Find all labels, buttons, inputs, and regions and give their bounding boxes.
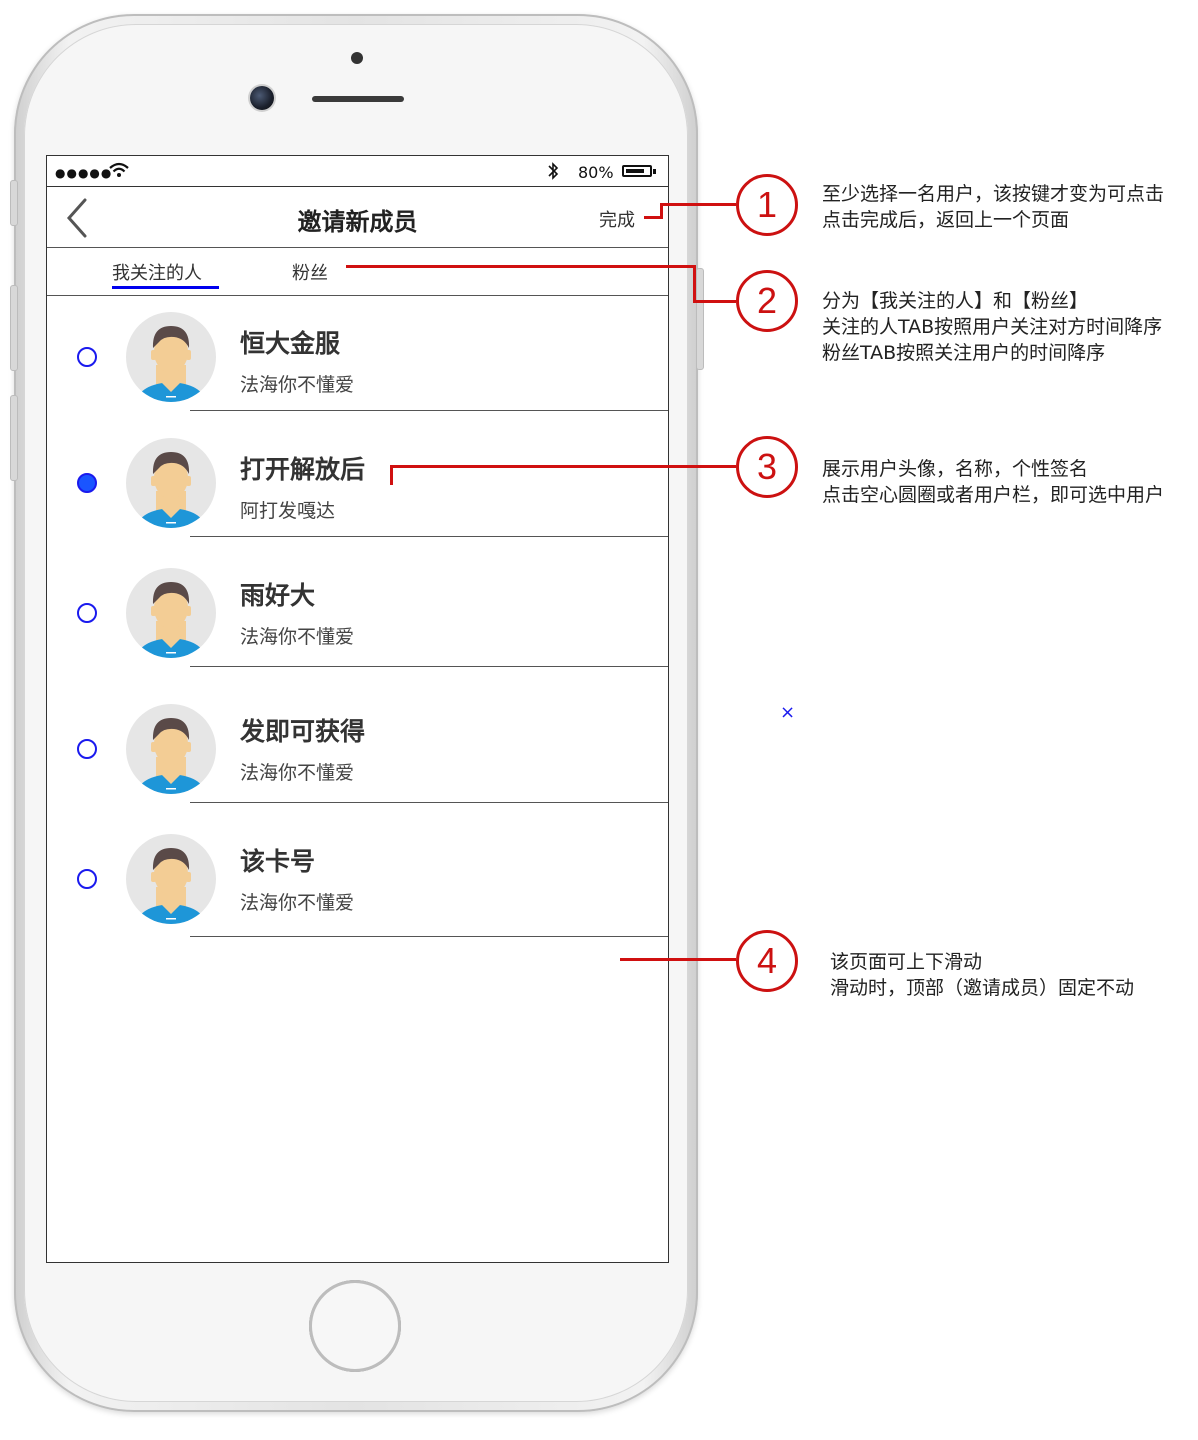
row-divider: [190, 410, 668, 411]
annotation-2-connector: [693, 265, 696, 303]
annotation-1-connector: [660, 203, 736, 206]
annotation-note-line: 至少选择一名用户，该按键才变为可点击: [822, 183, 1165, 205]
battery-tip: [653, 169, 656, 174]
front-camera-icon: [250, 86, 274, 110]
annotation-note-line: 点击空心圆圈或者用户栏，即可选中用户: [822, 484, 1165, 506]
proximity-sensor: [351, 52, 363, 64]
list-item[interactable]: 雨好大 法海你不懂爱: [47, 552, 668, 680]
list-item[interactable]: 该卡号 法海你不懂爱: [47, 818, 668, 946]
annotation-badge-4: 4: [736, 930, 798, 992]
bluetooth-icon: [548, 162, 559, 180]
close-mark-icon: ×: [780, 702, 796, 723]
nav-divider: [47, 247, 668, 248]
row-divider: [190, 666, 668, 667]
avatar: [126, 438, 216, 528]
tab-following[interactable]: 我关注的人: [112, 259, 202, 285]
annotation-note-line: 滑动时，顶部（邀请成员）固定不动: [830, 977, 1135, 999]
select-radio[interactable]: [77, 347, 97, 367]
select-radio[interactable]: [77, 603, 97, 623]
annotation-badge-3: 3: [736, 436, 798, 498]
avatar-person-icon: [136, 718, 206, 794]
battery-level: [626, 169, 644, 173]
power-button: [696, 268, 704, 370]
annotation-note-line: 粉丝TAB按照关注用户的时间降序: [822, 342, 1106, 364]
mute-switch: [10, 180, 18, 226]
annotation-note-4: 该页面可上下滑动 滑动时，顶部（邀请成员）固定不动: [830, 949, 1134, 1001]
annotation-note-line: 该页面可上下滑动: [830, 951, 983, 973]
active-tab-indicator: [112, 286, 219, 289]
screen: ●●●●● 80% 邀请新成员 完成 我关注的人 粉丝 恒大金服 法海你不懂爱 …: [46, 155, 669, 1263]
tab-fans[interactable]: 粉丝: [292, 259, 328, 285]
select-radio[interactable]: [77, 739, 97, 759]
annotation-note-2: 分为【我关注的人】和【粉丝】 关注的人TAB按照用户关注对方时间降序 粉丝TAB…: [822, 288, 1162, 366]
annotation-note-1: 至少选择一名用户，该按键才变为可点击 点击完成后，返回上一个页面: [822, 181, 1164, 233]
annotation-badge-1: 1: [736, 174, 798, 236]
battery-percentage: 80%: [578, 163, 614, 182]
user-signature: 阿打发嘎达: [240, 500, 336, 522]
select-radio[interactable]: [77, 869, 97, 889]
user-name: 打开解放后: [240, 455, 366, 484]
status-divider: [47, 186, 668, 187]
row-divider: [190, 536, 668, 537]
user-signature: 法海你不懂爱: [240, 374, 355, 396]
annotation-note-line: 关注的人TAB按照用户关注对方时间降序: [822, 316, 1163, 338]
annotation-3-connector: [390, 465, 736, 468]
user-name: 该卡号: [240, 847, 316, 876]
annotation-2-connector: [346, 265, 695, 268]
user-name: 发即可获得: [240, 717, 366, 746]
avatar-person-icon: [136, 848, 206, 924]
status-bar: ●●●●● 80%: [47, 156, 668, 186]
list-item[interactable]: 恒大金服 法海你不懂爱: [47, 296, 668, 424]
avatar-person-icon: [136, 326, 206, 402]
page-title: 邀请新成员: [297, 208, 418, 236]
volume-up-button: [10, 285, 18, 371]
battery-icon: [622, 165, 652, 177]
avatar-person-icon: [136, 582, 206, 658]
done-button[interactable]: 完成: [599, 206, 635, 232]
avatar: [126, 568, 216, 658]
row-divider: [190, 936, 668, 937]
avatar-person-icon: [136, 452, 206, 528]
volume-down-button: [10, 395, 18, 481]
annotation-note-line: 展示用户头像，名称，个性签名: [822, 458, 1089, 480]
earpiece-speaker: [312, 96, 404, 102]
annotation-note-3: 展示用户头像，名称，个性签名 点击空心圆圈或者用户栏，即可选中用户: [822, 456, 1164, 508]
avatar: [126, 704, 216, 794]
home-button[interactable]: [309, 1280, 401, 1372]
user-name: 恒大金服: [240, 329, 341, 358]
annotation-3-connector: [390, 465, 393, 485]
user-list: 恒大金服 法海你不懂爱 打开解放后 阿打发嘎达 雨好大 法海你不懂爱 发即可获得…: [47, 296, 668, 937]
signal-strength-icon: ●●●●●: [55, 166, 113, 180]
user-signature: 法海你不懂爱: [240, 762, 355, 784]
avatar: [126, 312, 216, 402]
annotation-note-line: 点击完成后，返回上一个页面: [822, 209, 1070, 231]
select-radio[interactable]: [77, 473, 97, 493]
wifi-icon: [109, 162, 129, 177]
annotation-4-connector: [620, 958, 736, 961]
annotation-2-connector: [693, 300, 736, 303]
user-signature: 法海你不懂爱: [240, 626, 355, 648]
list-item[interactable]: 打开解放后 阿打发嘎达: [47, 422, 668, 550]
row-divider: [190, 802, 668, 803]
annotation-badge-2: 2: [736, 270, 798, 332]
annotation-note-line: 分为【我关注的人】和【粉丝】: [822, 290, 1089, 312]
avatar: [126, 834, 216, 924]
user-name: 雨好大: [240, 581, 316, 610]
list-item[interactable]: 发即可获得 法海你不懂爱: [47, 688, 668, 816]
user-signature: 法海你不懂爱: [240, 892, 355, 914]
